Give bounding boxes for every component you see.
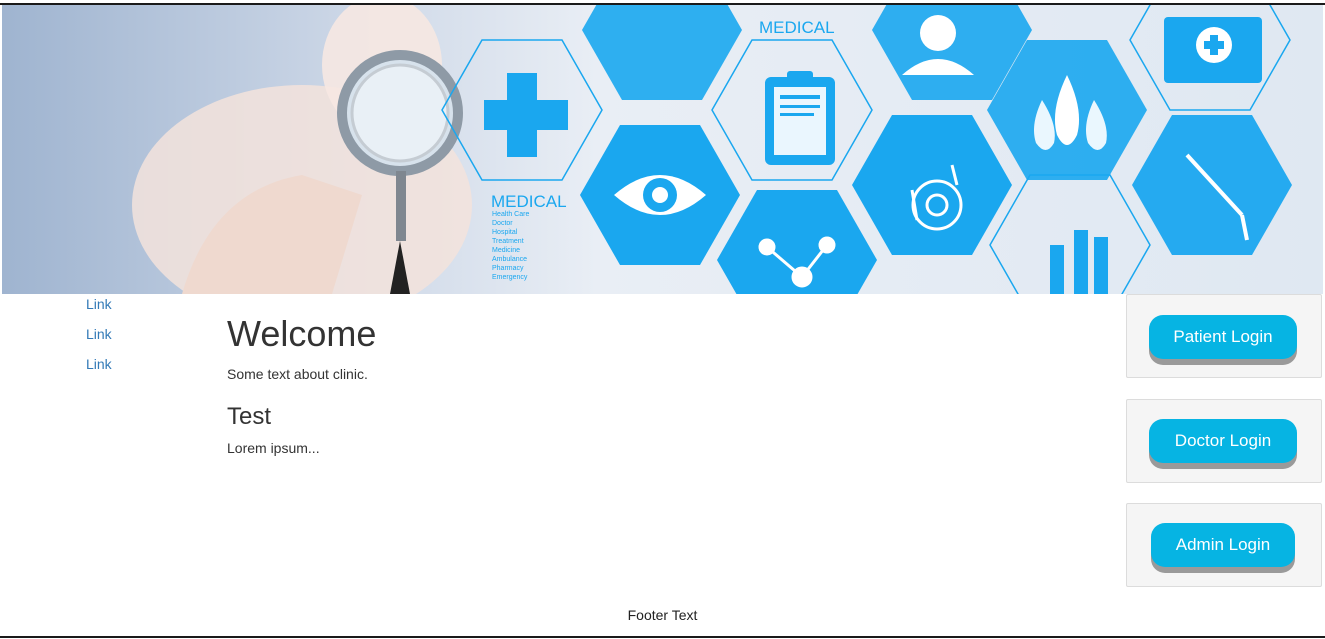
banner-small-line: Ambulance (492, 256, 527, 263)
medical-cross-icon (484, 73, 568, 157)
admin-login-panel: Admin Login (1126, 503, 1322, 587)
test-tubes-icon (1050, 230, 1108, 294)
clipboard-icon (765, 71, 835, 165)
banner-small-line: Pharmacy (492, 265, 524, 272)
section-heading: Test (227, 403, 272, 430)
banner-illustration: MEDICAL MEDICAL Health Care Doctor Hospi… (132, 5, 1292, 294)
nav-link-3[interactable]: Link (86, 356, 206, 386)
banner-small-line: Hospital (492, 229, 518, 236)
intro-text: Some text about clinic. (227, 366, 368, 382)
banner-small-line: Treatment (492, 238, 524, 245)
banner-medical-label-top: MEDICAL (759, 18, 835, 37)
first-aid-kit-icon (1164, 17, 1262, 83)
hand-stethoscope-illustration (132, 5, 472, 294)
bottom-rule (0, 636, 1325, 638)
footer-text: Footer Text (627, 607, 698, 623)
banner-small-line: Doctor (492, 220, 513, 227)
banner-small-text: Health Care Doctor Hospital Treatment Me… (492, 211, 529, 281)
doctor-login-panel: Doctor Login (1126, 399, 1322, 483)
page-title: Welcome (227, 313, 377, 354)
header-banner: MEDICAL MEDICAL Health Care Doctor Hospi… (2, 5, 1323, 294)
nav-link-2[interactable]: Link (86, 326, 206, 356)
admin-login-button[interactable]: Admin Login (1151, 523, 1295, 567)
banner-small-line: Emergency (492, 274, 528, 281)
banner-small-line: Medicine (492, 247, 520, 254)
banner-medical-label-mid: MEDICAL (491, 192, 567, 211)
doctor-login-button[interactable]: Doctor Login (1149, 419, 1297, 463)
nav-link-1[interactable]: Link (86, 296, 206, 326)
patient-login-panel: Patient Login (1126, 294, 1322, 378)
patient-login-button[interactable]: Patient Login (1149, 315, 1297, 359)
main-content: Welcome Some text about clinic. Test Lor… (227, 314, 1087, 458)
side-nav: Link Link Link (86, 296, 206, 386)
section-body: Lorem ipsum... (227, 440, 320, 456)
banner-small-line: Health Care (492, 211, 529, 218)
